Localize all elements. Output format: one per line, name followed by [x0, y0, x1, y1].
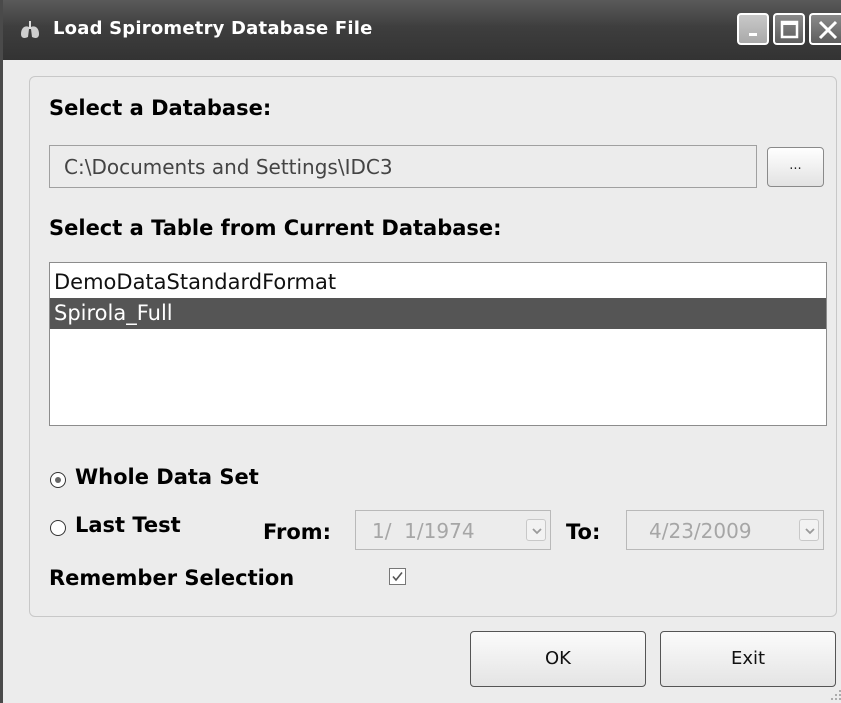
- browse-button[interactable]: ...: [767, 147, 824, 187]
- close-button[interactable]: [809, 13, 841, 45]
- to-label: To:: [566, 520, 601, 544]
- whole-data-set-radio[interactable]: [50, 472, 66, 488]
- whole-data-set-label: Whole Data Set: [75, 465, 259, 489]
- window-title: Load Spirometry Database File: [53, 18, 373, 39]
- checkmark-icon: [392, 572, 403, 582]
- chevron-down-icon: [805, 528, 815, 535]
- from-date-value: 1/ 1/1974: [372, 519, 475, 543]
- database-path-field[interactable]: C:\Documents and Settings\IDC3: [49, 145, 757, 188]
- list-item[interactable]: Spirola_Full: [50, 298, 826, 329]
- from-label: From:: [263, 520, 332, 544]
- database-label: Select a Database:: [49, 96, 272, 120]
- from-dropdown-button[interactable]: [526, 519, 546, 541]
- maximize-icon: [780, 20, 799, 39]
- remember-selection-checkbox[interactable]: [389, 568, 406, 585]
- last-test-label: Last Test: [75, 513, 181, 537]
- ok-button[interactable]: OK: [470, 631, 646, 687]
- from-date-picker[interactable]: 1/ 1/1974: [355, 510, 551, 550]
- dialog-window: Load Spirometry Database File Select a D…: [0, 0, 841, 703]
- to-date-value: 4/23/2009: [649, 519, 752, 543]
- maximize-button[interactable]: [773, 13, 805, 45]
- minimize-icon: [749, 33, 757, 36]
- remember-selection-label: Remember Selection: [49, 566, 295, 590]
- title-bar[interactable]: Load Spirometry Database File: [3, 0, 841, 60]
- exit-button[interactable]: Exit: [660, 631, 836, 687]
- close-icon: [818, 20, 838, 40]
- resize-grip-icon[interactable]: [829, 688, 841, 702]
- chevron-down-icon: [532, 528, 542, 535]
- to-dropdown-button[interactable]: [799, 519, 819, 541]
- list-item[interactable]: DemoDataStandardFormat: [50, 267, 826, 298]
- table-listbox[interactable]: DemoDataStandardFormat Spirola_Full: [49, 262, 827, 426]
- last-test-radio[interactable]: [50, 520, 66, 536]
- table-label: Select a Table from Current Database:: [49, 216, 502, 240]
- lungs-icon: [21, 21, 39, 38]
- radio-selected-dot: [55, 477, 61, 483]
- minimize-button[interactable]: [737, 13, 769, 45]
- to-date-picker[interactable]: 4/23/2009: [626, 510, 824, 550]
